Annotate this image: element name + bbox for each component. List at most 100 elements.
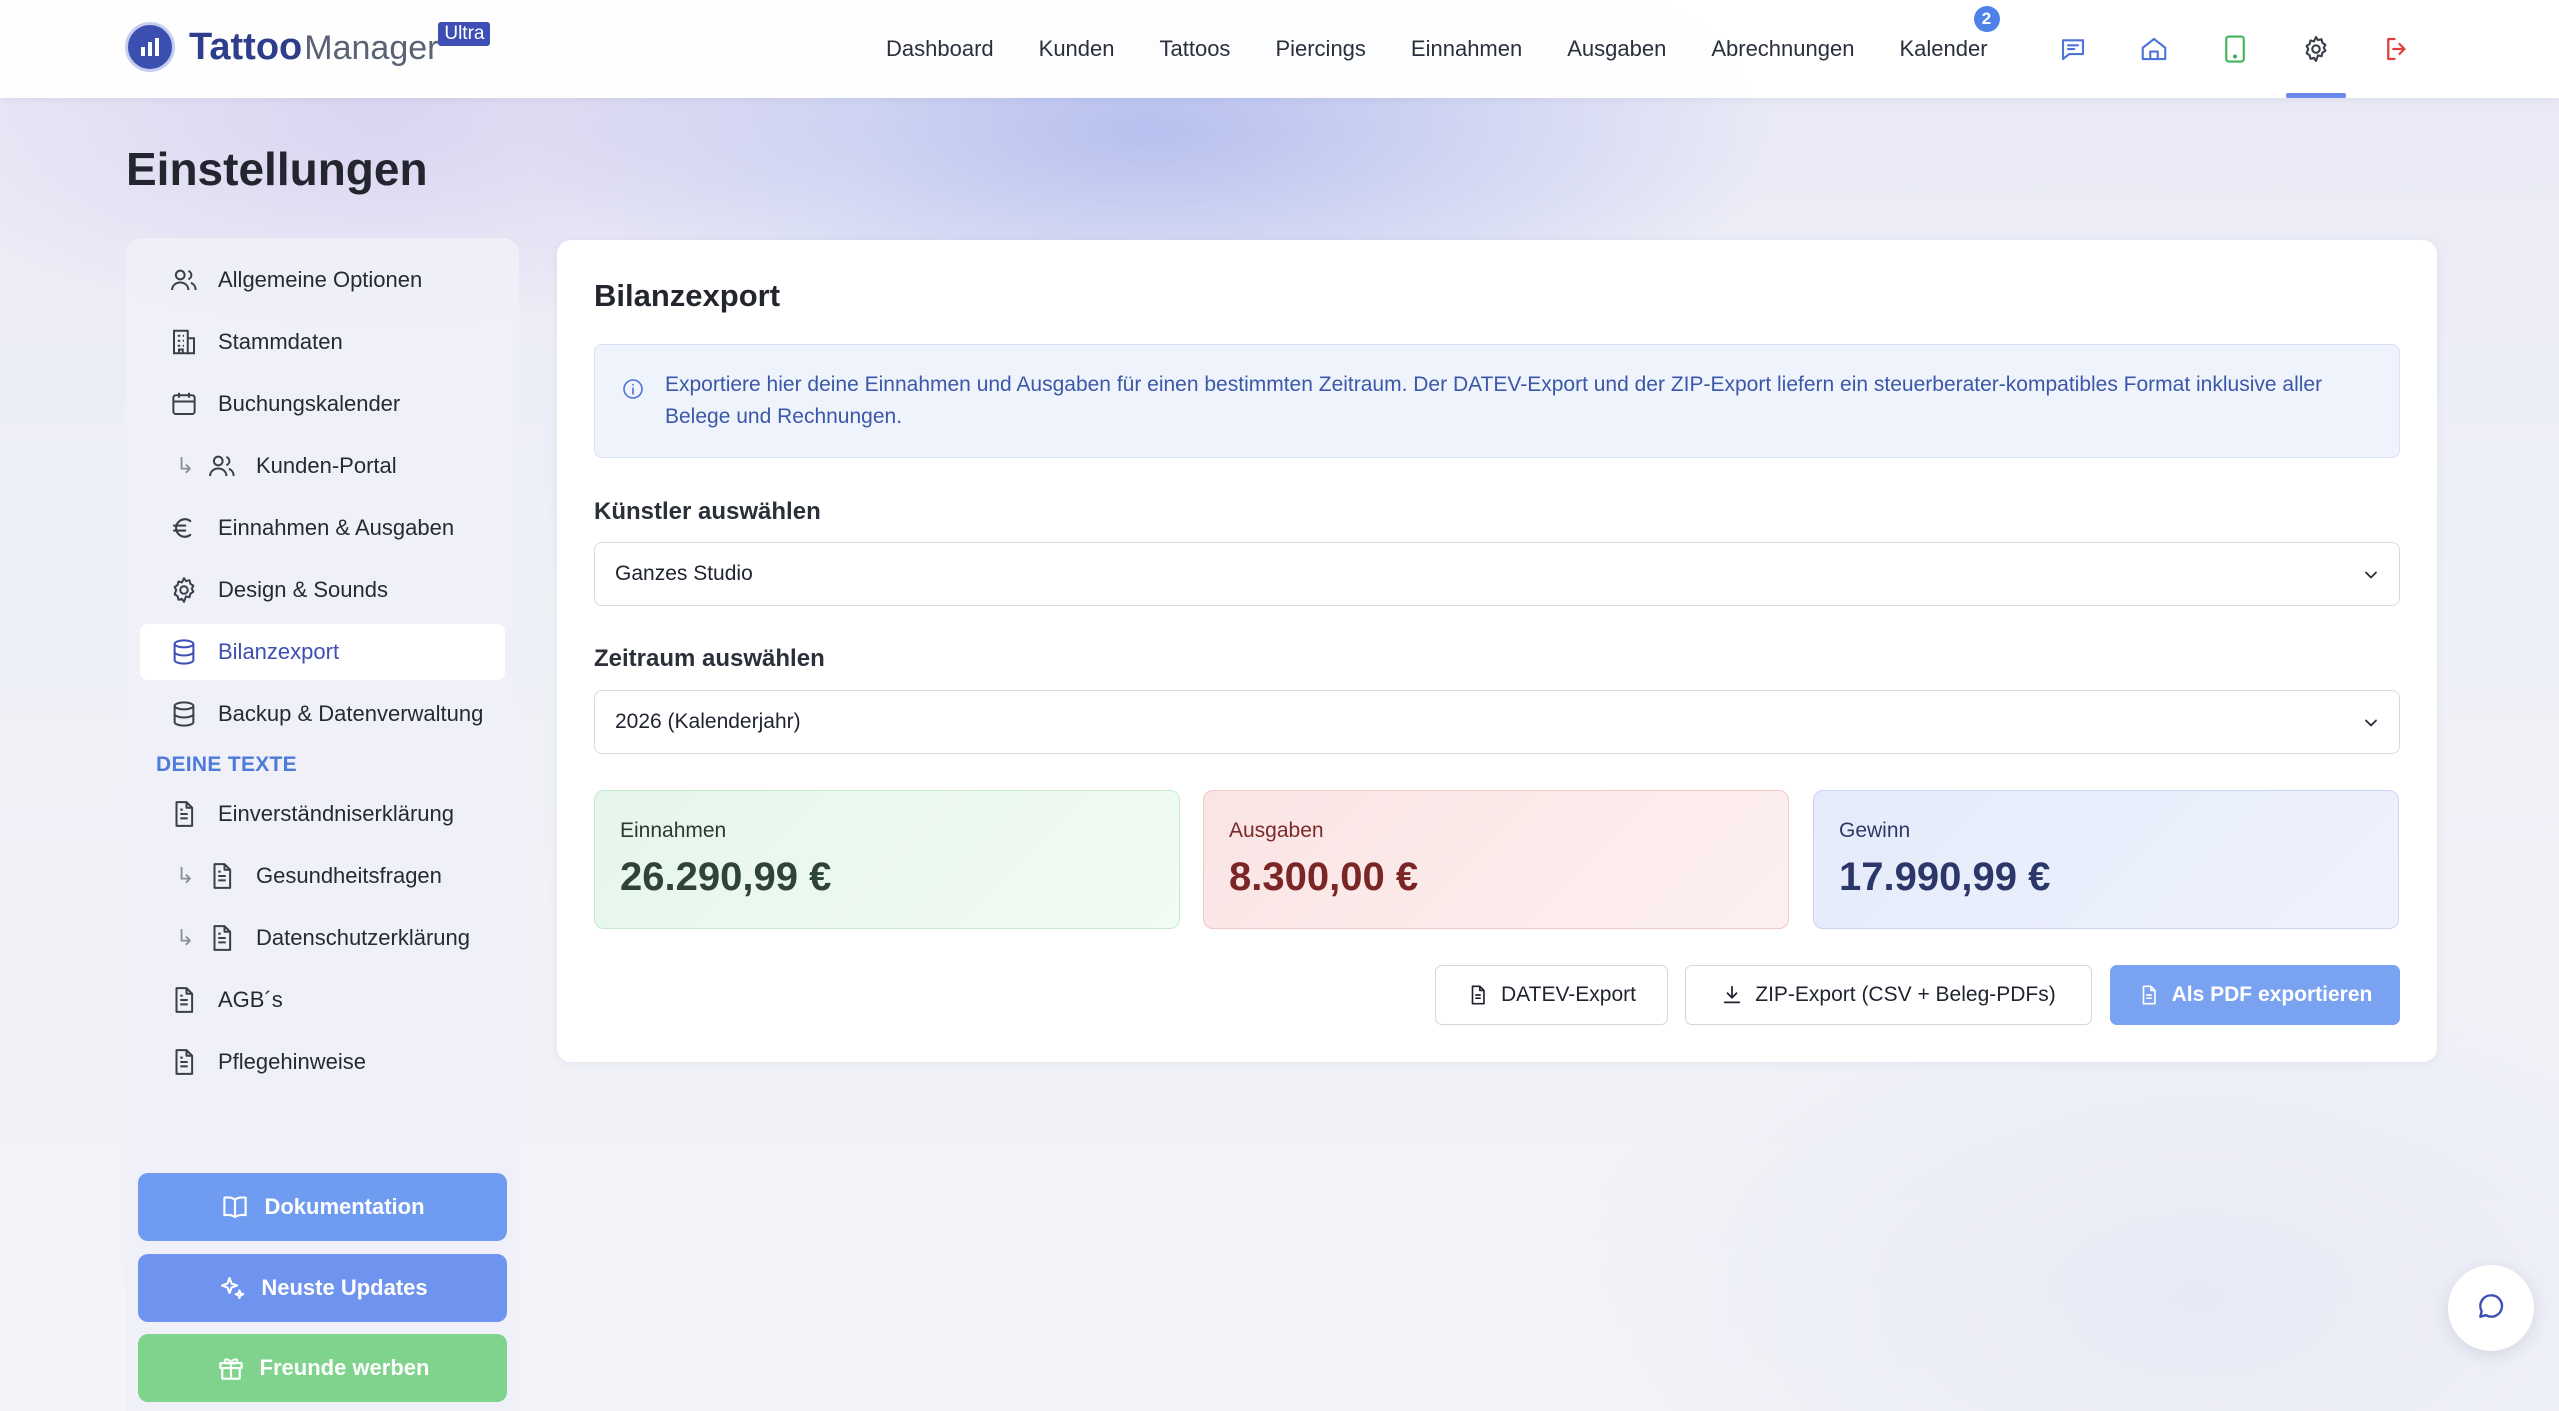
chat-icon[interactable] xyxy=(2053,29,2093,69)
sidebar-item-einnahmen-ausgaben[interactable]: Einnahmen & Ausgaben xyxy=(140,500,505,556)
artist-select-value: Ganzes Studio xyxy=(615,562,753,585)
sidebar-item-bilanzexport[interactable]: Bilanzexport xyxy=(140,624,505,680)
nav-piercings[interactable]: Piercings xyxy=(1275,36,1365,62)
settings-sidebar: Allgemeine Optionen Stammdaten Buchungsk… xyxy=(126,238,519,1411)
expenses-stat-card: Ausgaben 8.300,00 € xyxy=(1203,790,1789,929)
document-icon xyxy=(206,860,238,892)
info-box: Exportiere hier deine Einnahmen und Ausg… xyxy=(594,344,2400,458)
card-title: Bilanzexport xyxy=(594,278,781,313)
sidebar-item-gesundheitsfragen[interactable]: ↳ Gesundheitsfragen xyxy=(140,848,505,904)
nav-einnahmen[interactable]: Einnahmen xyxy=(1411,36,1522,62)
nav-kalender[interactable]: Kalender 2 xyxy=(1899,6,2000,62)
sidebar-item-label: Einnahmen & Ausgaben xyxy=(218,515,455,540)
sidebar-item-backup[interactable]: Backup & Datenverwaltung xyxy=(140,686,505,742)
tablet-icon[interactable] xyxy=(2215,29,2255,69)
income-stat-card: Einnahmen 26.290,99 € xyxy=(594,790,1180,929)
nav-ausgaben[interactable]: Ausgaben xyxy=(1567,36,1666,62)
logo-text-bold: Tattoo xyxy=(189,25,303,68)
document-icon xyxy=(168,1046,200,1078)
referral-button-label: Freunde werben xyxy=(259,1355,430,1380)
pdf-export-button[interactable]: Als PDF exportieren xyxy=(2110,965,2400,1025)
gear-icon xyxy=(168,574,200,606)
logo-text-light: Manager xyxy=(304,28,439,67)
users-icon xyxy=(206,450,238,482)
sidebar-item-pflegehinweise[interactable]: Pflegehinweise xyxy=(140,1034,505,1090)
app-logo[interactable]: Tattoo Manager Ultra xyxy=(125,21,491,72)
sidebar-item-label: AGB´s xyxy=(218,987,283,1012)
updates-button[interactable]: Neuste Updates xyxy=(138,1254,507,1322)
nav-abrechnungen[interactable]: Abrechnungen xyxy=(1711,36,1854,62)
zip-export-label: ZIP-Export (CSV + Beleg-PDFs) xyxy=(1755,983,2056,1006)
sidebar-item-label: Pflegehinweise xyxy=(218,1049,366,1074)
sidebar-item-stammdaten[interactable]: Stammdaten xyxy=(140,314,505,370)
gift-icon xyxy=(216,1353,246,1383)
documentation-button[interactable]: Dokumentation xyxy=(138,1173,507,1241)
document-icon xyxy=(206,922,238,954)
database-icon xyxy=(168,636,200,668)
sub-arrow-icon: ↳ xyxy=(176,453,195,478)
sidebar-item-label: Bilanzexport xyxy=(218,639,340,664)
chevron-down-icon xyxy=(2361,713,2381,739)
referral-button[interactable]: Freunde werben xyxy=(138,1334,507,1402)
nav-tattoos[interactable]: Tattoos xyxy=(1160,36,1231,62)
document-icon xyxy=(168,984,200,1016)
sidebar-item-kunden-portal[interactable]: ↳ Kunden-Portal xyxy=(140,438,505,494)
sidebar-item-label: Backup & Datenverwaltung xyxy=(218,701,484,726)
nav-kalender-label: Kalender xyxy=(1899,36,1988,61)
sidebar-item-design-sounds[interactable]: Design & Sounds xyxy=(140,562,505,618)
sidebar-item-label: Kunden-Portal xyxy=(256,453,397,478)
top-navbar: Tattoo Manager Ultra Dashboard Kunden Ta… xyxy=(0,0,2559,98)
nav-icon-group xyxy=(2053,0,2458,98)
nav-kunden[interactable]: Kunden xyxy=(1039,36,1115,62)
info-icon xyxy=(621,377,645,406)
settings-icon[interactable] xyxy=(2286,29,2346,98)
period-select-value: 2026 (Kalenderjahr) xyxy=(615,710,801,733)
support-chat-button[interactable] xyxy=(2448,1265,2534,1351)
calendar-icon xyxy=(168,388,200,420)
sidebar-item-label: Design & Sounds xyxy=(218,577,388,602)
documentation-button-label: Dokumentation xyxy=(264,1194,425,1219)
sparkles-icon xyxy=(217,1273,247,1303)
zip-export-button[interactable]: ZIP-Export (CSV + Beleg-PDFs) xyxy=(1685,965,2092,1025)
profit-stat-card: Gewinn 17.990,99 € xyxy=(1813,790,2399,929)
period-select[interactable]: 2026 (Kalenderjahr) xyxy=(594,690,2400,754)
info-text: Exportiere hier deine Einnahmen und Ausg… xyxy=(665,373,2323,428)
download-icon xyxy=(1721,984,1743,1006)
document-icon xyxy=(168,798,200,830)
bilanzexport-card: Bilanzexport Exportiere hier deine Einna… xyxy=(557,240,2437,1062)
sidebar-item-datenschutzerklaerung[interactable]: ↳ Datenschutzerklärung xyxy=(140,910,505,966)
logout-icon[interactable] xyxy=(2377,29,2417,69)
sidebar-item-agb[interactable]: AGB´s xyxy=(140,972,505,1028)
datev-export-button[interactable]: DATEV-Export xyxy=(1435,965,1668,1025)
database-icon xyxy=(168,698,200,730)
artist-select[interactable]: Ganzes Studio xyxy=(594,542,2400,606)
sub-arrow-icon: ↳ xyxy=(176,925,195,950)
datev-export-label: DATEV-Export xyxy=(1501,983,1636,1006)
calendar-count-badge: 2 xyxy=(1973,6,2000,32)
chevron-down-icon xyxy=(2361,565,2381,591)
euro-icon xyxy=(168,512,200,544)
sidebar-item-allgemeine-optionen[interactable]: Allgemeine Optionen xyxy=(140,252,505,308)
home-icon[interactable] xyxy=(2134,29,2174,69)
sidebar-item-label: Stammdaten xyxy=(218,329,343,354)
sidebar-item-label: Buchungskalender xyxy=(218,391,401,416)
section-label-deine-texte: DEINE TEXTE xyxy=(156,753,297,776)
sidebar-item-einverstaendniserklaerung[interactable]: Einverständniserklärung xyxy=(140,786,505,842)
building-icon xyxy=(168,326,200,358)
income-value: 26.290,99 € xyxy=(620,855,832,899)
sidebar-item-buchungskalender[interactable]: Buchungskalender xyxy=(140,376,505,432)
expenses-label: Ausgaben xyxy=(1229,819,1324,842)
sidebar-item-label: Gesundheitsfragen xyxy=(256,863,442,888)
logo-icon xyxy=(125,22,175,72)
income-label: Einnahmen xyxy=(620,819,727,842)
sub-arrow-icon: ↳ xyxy=(176,863,195,888)
message-circle-icon xyxy=(2475,1290,2507,1327)
users-icon xyxy=(168,264,200,296)
nav-dashboard[interactable]: Dashboard xyxy=(886,36,994,62)
updates-button-label: Neuste Updates xyxy=(261,1275,428,1300)
sidebar-item-label: Datenschutzerklärung xyxy=(256,925,471,950)
book-icon xyxy=(220,1192,250,1222)
document-icon xyxy=(1467,984,1489,1006)
profit-label: Gewinn xyxy=(1839,819,1911,842)
document-icon xyxy=(2138,984,2160,1006)
